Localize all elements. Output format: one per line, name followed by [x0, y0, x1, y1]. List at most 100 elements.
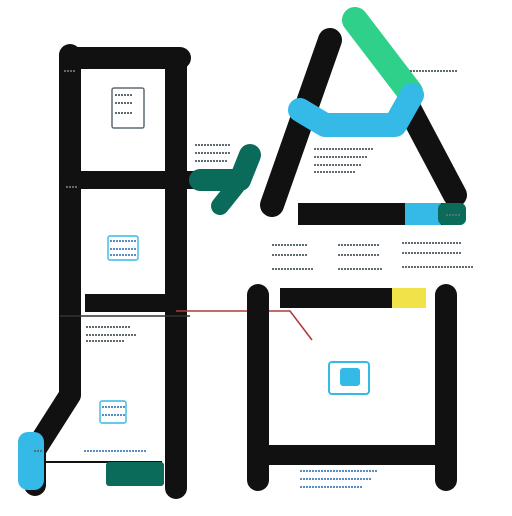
marker-row-glyph — [66, 186, 68, 188]
label-row-glyph — [330, 478, 332, 480]
label-row-glyph — [435, 252, 437, 254]
label-row-glyph — [96, 450, 98, 452]
marker-row — [34, 450, 42, 452]
label-row-glyph — [131, 334, 133, 336]
label-row-glyph — [309, 486, 311, 488]
label-row-glyph — [105, 414, 107, 416]
label-row-glyph — [347, 268, 349, 270]
label-row-glyph — [341, 244, 343, 246]
label-row-glyph — [290, 254, 292, 256]
label-row-glyph — [116, 326, 118, 328]
label-row-glyph — [281, 244, 283, 246]
label-row-glyph — [119, 340, 121, 342]
label-row — [86, 326, 130, 328]
label-row-glyph — [293, 244, 295, 246]
label-row-glyph — [363, 478, 365, 480]
label-row-glyph — [333, 478, 335, 480]
label-row-glyph — [417, 252, 419, 254]
label-row-glyph — [317, 156, 319, 158]
label-row-glyph — [228, 144, 230, 146]
label-row-glyph — [362, 244, 364, 246]
label-row-glyph — [98, 340, 100, 342]
label-row-glyph — [204, 160, 206, 162]
label-row-glyph — [411, 242, 413, 244]
label-row-glyph — [335, 156, 337, 158]
label-row-glyph — [114, 450, 116, 452]
label-row-glyph — [335, 148, 337, 150]
label-row-glyph — [414, 242, 416, 244]
label-row-glyph — [377, 254, 379, 256]
label-row-glyph — [107, 340, 109, 342]
label-row-glyph — [198, 152, 200, 154]
label-row-glyph — [335, 171, 337, 173]
label-row-glyph — [122, 248, 124, 250]
label-row-glyph — [87, 450, 89, 452]
label-row-glyph — [119, 326, 121, 328]
label-row-glyph — [122, 240, 124, 242]
label-row-glyph — [402, 242, 404, 244]
label-row-glyph — [348, 478, 350, 480]
label-row-glyph — [326, 148, 328, 150]
label-row-glyph — [228, 152, 230, 154]
label-row-glyph — [329, 164, 331, 166]
label-row-glyph — [350, 156, 352, 158]
label-row-glyph — [353, 244, 355, 246]
label-row-glyph — [356, 268, 358, 270]
label-row-glyph — [341, 156, 343, 158]
label-row-glyph — [275, 254, 277, 256]
label-row-glyph — [111, 414, 113, 416]
label-row-glyph — [326, 156, 328, 158]
center-cyan-icon-fill — [340, 368, 360, 386]
label-row-glyph — [311, 268, 313, 270]
label-row-glyph — [116, 240, 118, 242]
label-row-glyph — [345, 478, 347, 480]
label-row-glyph — [272, 254, 274, 256]
label-row-glyph — [89, 334, 91, 336]
label-row-glyph — [134, 240, 136, 242]
label-row-glyph — [351, 478, 353, 480]
label-row-glyph — [327, 478, 329, 480]
label-row-glyph — [435, 242, 437, 244]
label-row-glyph — [332, 148, 334, 150]
label-row-glyph — [423, 252, 425, 254]
label-row-glyph — [380, 268, 382, 270]
label-row-glyph — [339, 486, 341, 488]
label-row-glyph — [441, 242, 443, 244]
label-row-glyph — [449, 70, 451, 72]
label-row-glyph — [195, 152, 197, 154]
label-row-glyph — [138, 450, 140, 452]
label-row-glyph — [342, 470, 344, 472]
label-row-glyph — [317, 148, 319, 150]
label-row-glyph — [131, 254, 133, 256]
label-row-glyph — [371, 244, 373, 246]
label-row-glyph — [305, 254, 307, 256]
label-row-glyph — [351, 470, 353, 472]
label-row — [84, 450, 146, 452]
label-row-glyph — [432, 252, 434, 254]
label-row-glyph — [344, 156, 346, 158]
yellow-tag — [392, 288, 426, 308]
teal-arm-lower — [211, 177, 245, 215]
label-row-glyph — [452, 70, 454, 72]
label-row-glyph — [305, 268, 307, 270]
label-row-glyph — [350, 268, 352, 270]
label-row-glyph — [365, 148, 367, 150]
label-row-glyph — [374, 268, 376, 270]
label-row-glyph — [89, 326, 91, 328]
label-row-glyph — [110, 334, 112, 336]
label-row-glyph — [108, 450, 110, 452]
label-row-glyph — [344, 244, 346, 246]
label-row-glyph — [468, 266, 470, 268]
label-row-glyph — [432, 242, 434, 244]
label-row-glyph — [324, 470, 326, 472]
label-row-glyph — [371, 254, 373, 256]
label-row-glyph — [225, 152, 227, 154]
label-row-glyph — [357, 470, 359, 472]
label-row-glyph — [108, 406, 110, 408]
label-row-glyph — [359, 254, 361, 256]
label-row-glyph — [437, 70, 439, 72]
label-row-glyph — [369, 470, 371, 472]
label-row-glyph — [107, 326, 109, 328]
label-row-glyph — [122, 254, 124, 256]
label-row-glyph — [416, 70, 418, 72]
